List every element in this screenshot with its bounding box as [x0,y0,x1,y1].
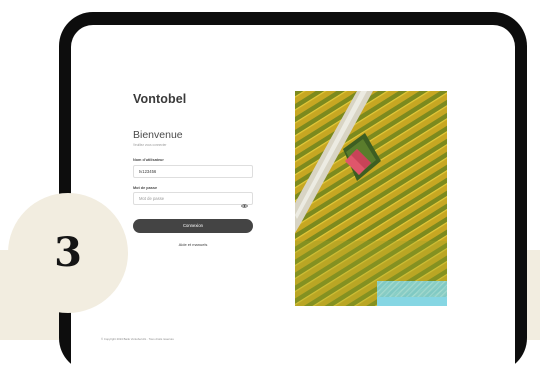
device-screen: Vontobel Bienvenue Veuillez vous connect… [71,25,515,372]
help-manuals-link[interactable]: Aide et manuels [133,242,253,247]
step-badge: 3 [8,193,128,313]
password-field[interactable]: Mot de passe [133,192,253,208]
device-frame: Vontobel Bienvenue Veuillez vous connect… [59,12,527,372]
aerial-field-photo [295,91,447,306]
username-value: tv123456 [139,169,157,174]
copyright-text: © Copyright 2024 Bank Vontobel AG · Tous… [101,337,174,341]
password-label: Mot de passe [133,186,158,190]
password-placeholder: Mot de passe [139,196,165,201]
welcome-subtitle: Veuillez vous connecter [133,143,167,147]
eye-icon[interactable] [240,196,249,208]
username-label: Nom d'utilisateur [133,158,164,162]
login-button[interactable]: Connexion [133,219,253,233]
step-number: 3 [54,229,82,276]
brand-logo: Vontobel [133,92,187,106]
welcome-title: Bienvenue [133,129,183,141]
username-field[interactable]: tv123456 [133,165,253,178]
